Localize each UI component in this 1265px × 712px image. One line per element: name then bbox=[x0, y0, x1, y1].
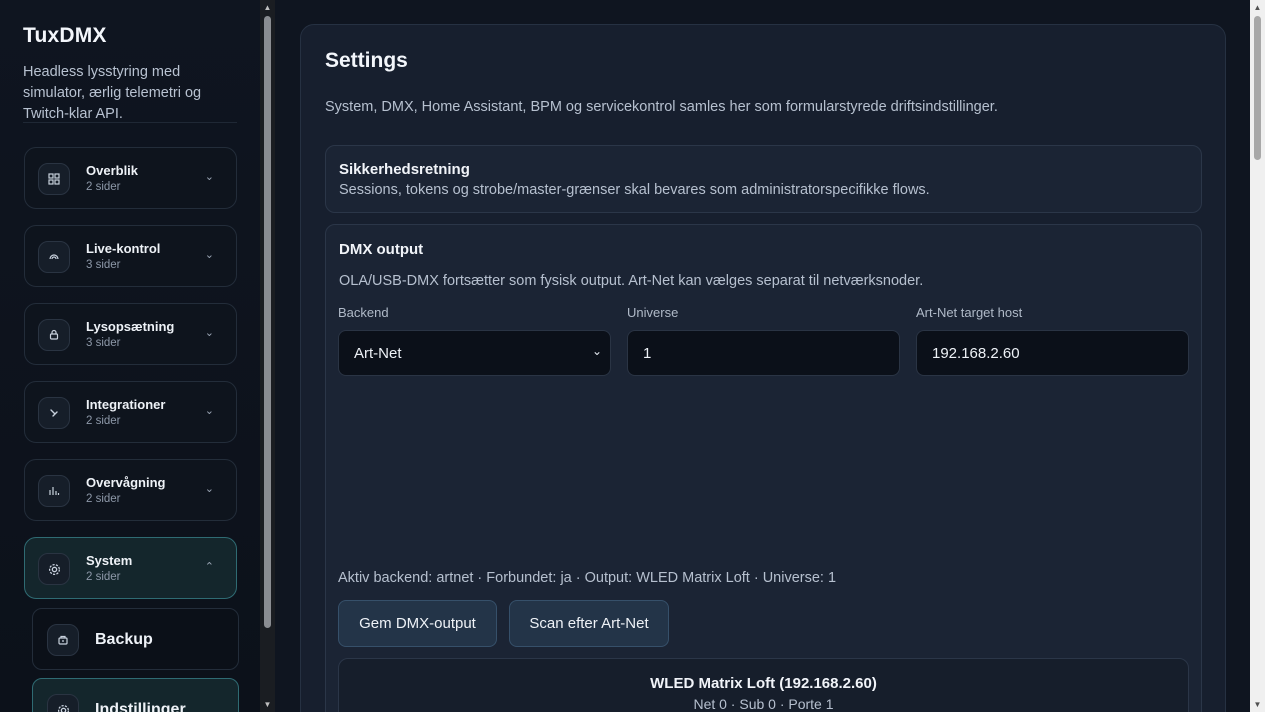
artnet-host-input[interactable]: 192.168.2.60 bbox=[916, 330, 1189, 376]
nav-group-count: 2 sider bbox=[86, 415, 121, 427]
grid-icon bbox=[38, 163, 70, 195]
chevron-down-icon: ⌄ bbox=[204, 327, 214, 339]
universe-label: Universe bbox=[627, 305, 679, 320]
gear-icon bbox=[47, 694, 79, 712]
chevron-up-icon: ⌃ bbox=[204, 561, 214, 573]
security-title: Sikkerhedsretning bbox=[339, 161, 470, 178]
security-text: Sessions, tokens og strobe/master-grænse… bbox=[339, 182, 930, 198]
nav-group-title: Integrationer bbox=[86, 397, 166, 412]
dmx-status-line: Aktiv backend: artnet · Forbundet: ja · … bbox=[338, 570, 837, 586]
dmx-title: DMX output bbox=[339, 241, 424, 258]
save-dmx-button[interactable]: Gem DMX-output bbox=[338, 600, 497, 647]
page-title: Settings bbox=[325, 49, 408, 72]
nav-group-title: Live-kontrol bbox=[86, 241, 161, 256]
nav-group-count: 2 sider bbox=[86, 181, 121, 193]
node-detail: Net 0 · Sub 0 · Porte 1 bbox=[693, 696, 834, 712]
artnet-host-value: 192.168.2.60 bbox=[932, 344, 1020, 362]
chevron-down-icon: ⌄ bbox=[204, 405, 214, 417]
plug-icon bbox=[38, 397, 70, 429]
scan-artnet-button[interactable]: Scan efter Art-Net bbox=[509, 600, 669, 647]
nav-group-overvaagning[interactable]: Overvågning 2 sider ⌄ bbox=[24, 459, 237, 521]
scrollbar-thumb[interactable] bbox=[1254, 16, 1261, 160]
nav-group-lysopsaetning[interactable]: Lysopsætning 3 sider ⌄ bbox=[24, 303, 237, 365]
universe-input-value: 1 bbox=[643, 344, 652, 362]
page-scrollbar[interactable]: ▲ ▼ bbox=[1250, 0, 1265, 712]
bar-chart-icon bbox=[38, 475, 70, 507]
chevron-down-icon: ⌄ bbox=[204, 171, 214, 183]
sidebar-scrollbar[interactable]: ▲ ▼ bbox=[260, 0, 275, 712]
nav-group-title: Lysopsætning bbox=[86, 319, 175, 334]
backend-label: Backend bbox=[338, 305, 389, 320]
nav-item-indstillinger[interactable]: Indstillinger bbox=[32, 678, 239, 712]
app-brand: TuxDMX bbox=[23, 24, 107, 47]
app-tagline: Headless lysstyring med simulator, ærlig… bbox=[23, 64, 202, 122]
chevron-down-icon: ⌄ bbox=[204, 483, 214, 495]
nav-group-overblik[interactable]: Overblik 2 sider ⌄ bbox=[24, 147, 237, 209]
nav-group-count: 2 sider bbox=[86, 571, 121, 583]
gear-icon bbox=[38, 553, 70, 585]
chevron-down-icon: ⌄ bbox=[204, 249, 214, 261]
scroll-down-arrow-icon[interactable]: ▼ bbox=[1250, 697, 1265, 712]
sidebar: TuxDMX Headless lysstyring med simulator… bbox=[0, 0, 260, 712]
lamp-icon bbox=[38, 319, 70, 351]
nav-group-live-kontrol[interactable]: Live-kontrol 3 sider ⌄ bbox=[24, 225, 237, 287]
nav-item-label: Indstillinger bbox=[95, 701, 186, 712]
scroll-down-arrow-icon[interactable]: ▼ bbox=[260, 697, 275, 712]
node-name: WLED Matrix Loft (192.168.2.60) bbox=[650, 675, 877, 692]
backend-select[interactable]: Art-Net ⌄ bbox=[338, 330, 611, 376]
dmx-description: OLA/USB-DMX fortsætter som fysisk output… bbox=[339, 273, 924, 289]
archive-icon bbox=[47, 624, 79, 656]
host-label: Art-Net target host bbox=[916, 305, 1023, 320]
nav-group-integrationer[interactable]: Integrationer 2 sider ⌄ bbox=[24, 381, 237, 443]
nav-group-system[interactable]: System 2 sider ⌃ bbox=[24, 537, 237, 599]
scrollbar-thumb[interactable] bbox=[264, 16, 271, 628]
nav-group-title: Overblik bbox=[86, 163, 139, 178]
scroll-up-arrow-icon[interactable]: ▲ bbox=[260, 0, 275, 15]
nav-group-count: 3 sider bbox=[86, 337, 121, 349]
signal-icon bbox=[38, 241, 70, 273]
backend-select-value: Art-Net bbox=[354, 344, 402, 362]
scroll-up-arrow-icon[interactable]: ▲ bbox=[1250, 0, 1265, 15]
nav-item-backup[interactable]: Backup bbox=[32, 608, 239, 670]
artnet-node-card[interactable]: WLED Matrix Loft (192.168.2.60) Net 0 · … bbox=[338, 658, 1189, 712]
universe-input[interactable]: 1 bbox=[627, 330, 900, 376]
nav-group-title: System bbox=[86, 553, 133, 568]
chevron-down-icon: ⌄ bbox=[591, 344, 602, 358]
page-description: System, DMX, Home Assistant, BPM og serv… bbox=[325, 99, 998, 115]
sidebar-divider bbox=[23, 122, 237, 123]
security-card: Sikkerhedsretning Sessions, tokens og st… bbox=[325, 145, 1202, 213]
nav-group-count: 3 sider bbox=[86, 259, 121, 271]
nav-group-count: 2 sider bbox=[86, 493, 121, 505]
nav-group-title: Overvågning bbox=[86, 475, 166, 490]
nav-item-label: Backup bbox=[95, 631, 153, 648]
